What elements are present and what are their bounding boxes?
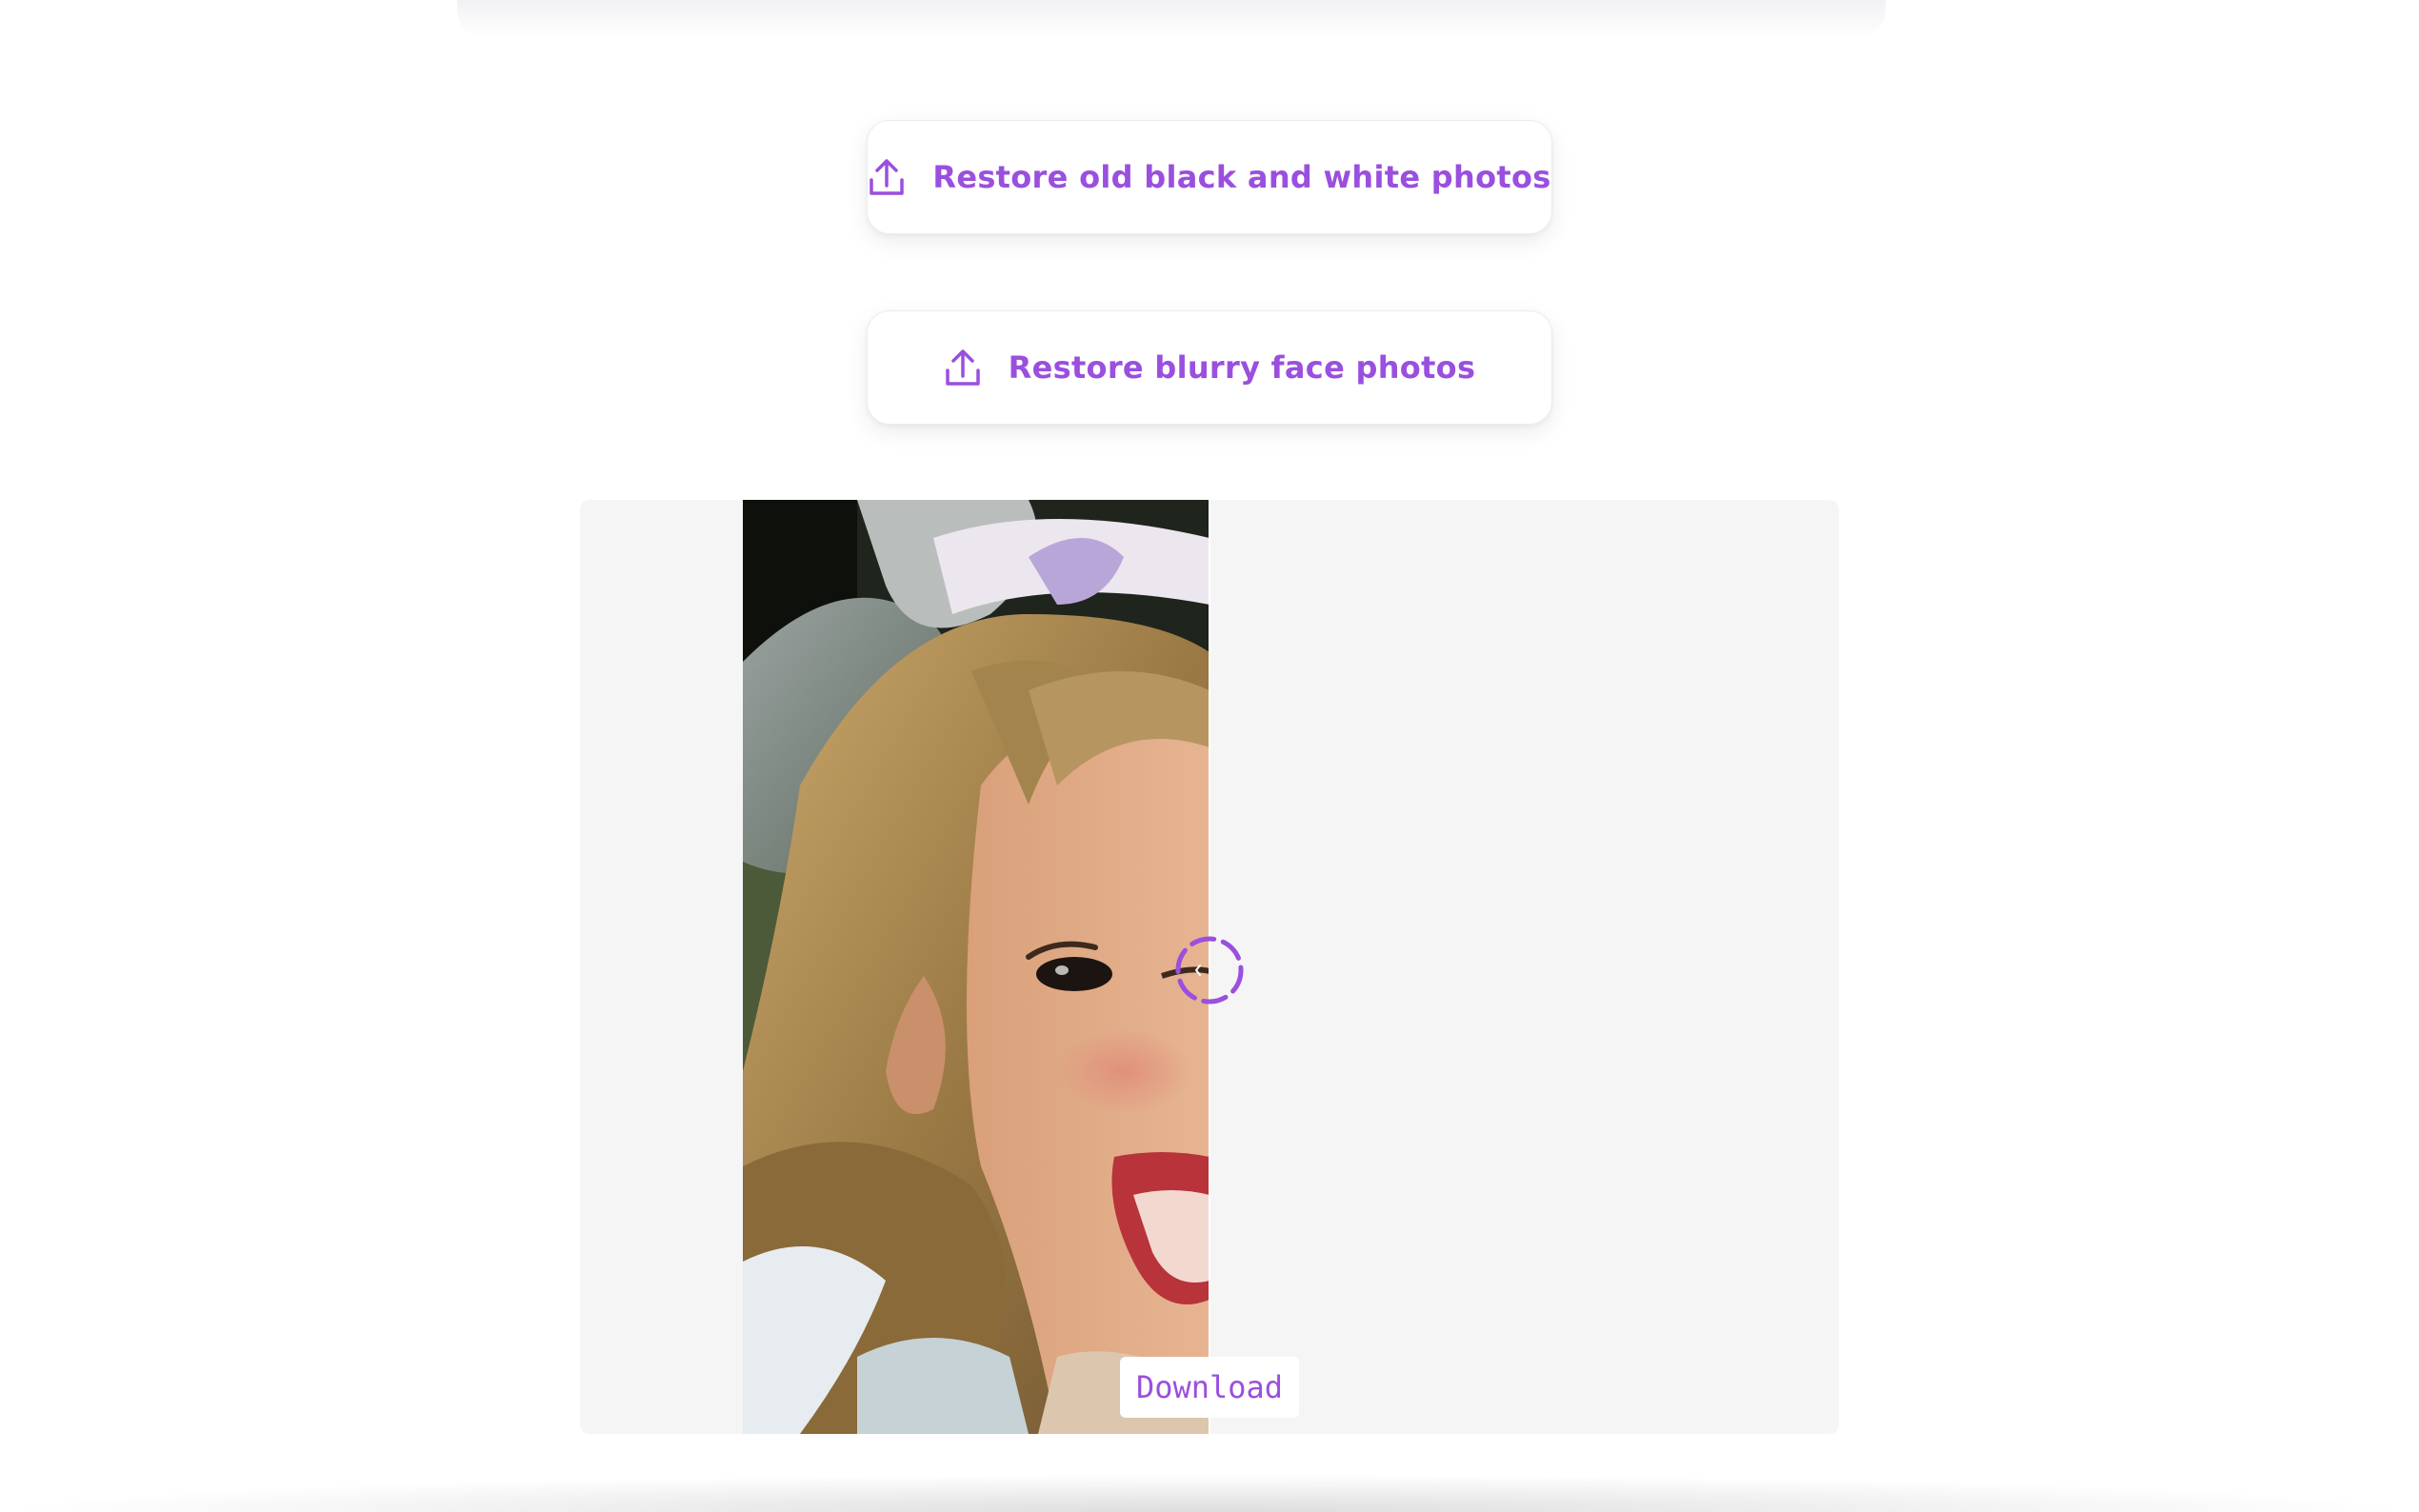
chevron-left-icon (1175, 936, 1244, 1005)
original-photo (743, 500, 1210, 1434)
restore-bw-photos-button[interactable]: Restore old black and white photos (867, 120, 1552, 234)
page: Restore old black and white photos Resto… (0, 0, 2419, 1512)
restore-face-photos-label: Restore blurry face photos (1008, 349, 1476, 386)
download-button[interactable]: Download (1120, 1357, 1299, 1418)
top-shadow-decoration (457, 0, 1886, 38)
upload-icon (944, 348, 982, 388)
restore-bw-photos-label: Restore old black and white photos (932, 159, 1551, 195)
before-after-viewer[interactable]: Download (580, 500, 1839, 1434)
bottom-shadow-decoration (0, 1474, 2419, 1512)
restore-face-photos-button[interactable]: Restore blurry face photos (867, 310, 1552, 425)
comparison-slider-handle[interactable] (1173, 934, 1246, 1006)
upload-icon (868, 157, 906, 197)
